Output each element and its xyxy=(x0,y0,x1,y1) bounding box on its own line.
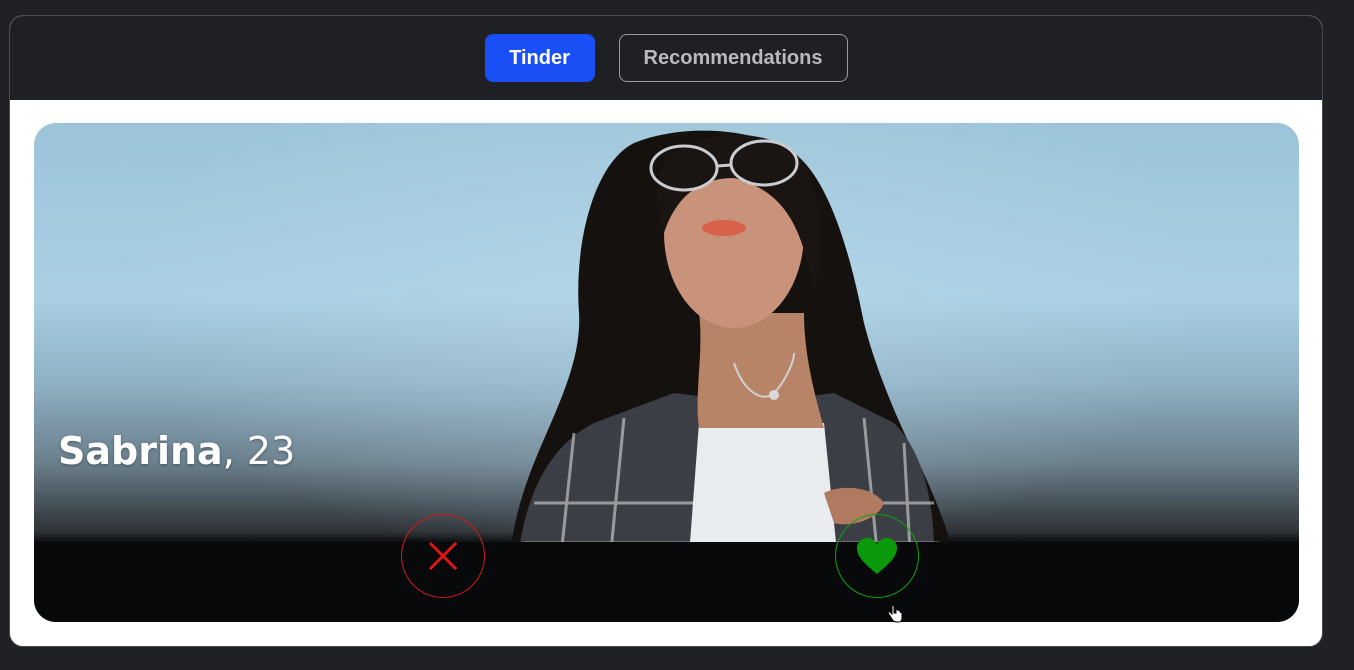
card-bottom-bar xyxy=(34,542,1299,622)
tab-recommendations[interactable]: Recommendations xyxy=(618,34,848,82)
lips-shape xyxy=(702,220,746,236)
tab-tinder[interactable]: Tinder xyxy=(484,34,595,82)
profile-age: , 23 xyxy=(222,429,296,473)
close-x-icon xyxy=(428,541,458,571)
top-navigation: Tinder Recommendations xyxy=(10,16,1322,100)
heart-icon xyxy=(857,538,897,574)
hand-cursor-icon xyxy=(887,604,903,623)
like-button[interactable] xyxy=(835,514,919,598)
profile-name-age: Sabrina, 23 xyxy=(58,429,295,473)
app-window: Tinder Recommendations Sabrina, 23 xyxy=(9,15,1323,647)
profile-card[interactable]: Sabrina, 23 xyxy=(34,123,1299,622)
nope-button[interactable] xyxy=(401,514,485,598)
profile-name: Sabrina xyxy=(58,429,223,473)
